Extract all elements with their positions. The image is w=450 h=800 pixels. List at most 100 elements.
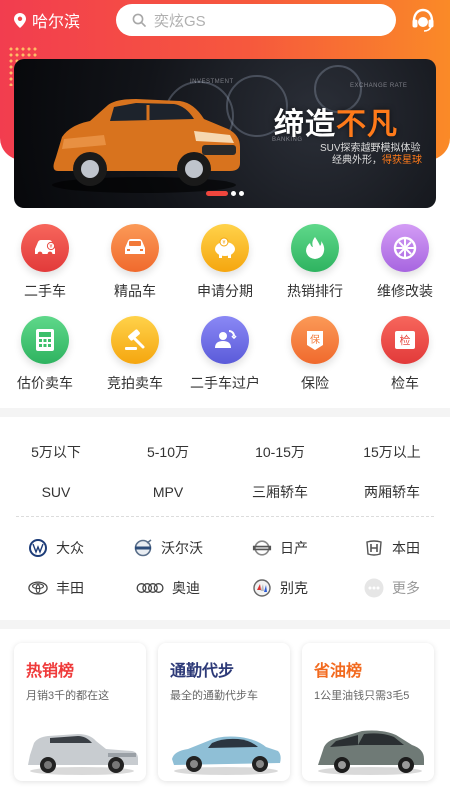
used-car-icon: ¥ — [21, 224, 69, 272]
more-icon — [364, 578, 384, 598]
menu-insurance[interactable]: 保 保险 — [270, 316, 360, 408]
flame-icon — [291, 224, 339, 272]
price-filter-option[interactable]: 5万以下 — [0, 442, 112, 462]
menu-label: 二手车 — [24, 283, 66, 299]
menu-label: 二手车过户 — [190, 375, 260, 391]
menu-inspection[interactable]: 检 检车 — [360, 316, 450, 408]
card-subtitle: 月销3千的都在这 — [26, 690, 110, 702]
svg-text:保: 保 — [310, 333, 320, 346]
brand-nissan[interactable]: 日产 — [224, 538, 336, 558]
banner-pagination — [206, 191, 247, 196]
brand-toyota[interactable]: 丰田 — [0, 578, 112, 598]
type-filter-option[interactable]: 三厢轿车 — [224, 482, 336, 502]
menu-used-car[interactable]: ¥ 二手车 — [0, 224, 90, 316]
brand-buick[interactable]: 别克 — [224, 578, 336, 598]
sedan-car-image — [172, 736, 281, 775]
pickup-truck-image — [28, 734, 138, 775]
type-filter-option[interactable]: MPV — [112, 484, 224, 500]
brand-row: 大众 沃尔沃 日产 本田 — [0, 528, 450, 568]
card-title: 省油榜 — [314, 663, 363, 680]
menu-label: 估价卖车 — [17, 375, 73, 391]
type-filter-option[interactable]: 两厢轿车 — [336, 482, 448, 502]
volkswagen-logo-icon — [28, 538, 48, 558]
menu-installment[interactable]: ¥ 申请分期 — [180, 224, 270, 316]
brand-label: 本田 — [392, 540, 420, 556]
app-screen: 哈尔滨 奕炫GS INVESTMENT EXCHANGE RATE BANKIN… — [0, 0, 450, 800]
menu-valuation[interactable]: 估价卖车 — [0, 316, 90, 408]
svg-text:检: 检 — [400, 333, 411, 347]
honda-logo-icon — [364, 538, 384, 558]
menu-label: 维修改装 — [377, 283, 433, 299]
brand-audi[interactable]: 奥迪 — [112, 578, 224, 598]
brand-honda[interactable]: 本田 — [336, 538, 448, 558]
type-filter-option[interactable]: SUV — [0, 484, 112, 500]
calculator-icon — [21, 316, 69, 364]
banner-tag: EXCHANGE RATE — [350, 83, 408, 89]
buick-logo-icon — [252, 578, 272, 598]
brand-volvo[interactable]: 沃尔沃 — [112, 538, 224, 558]
menu-premium-car[interactable]: 精品车 — [90, 224, 180, 316]
menu-auction[interactable]: 竞拍卖车 — [90, 316, 180, 408]
brand-label: 奥迪 — [172, 580, 200, 596]
menu-repair-modify[interactable]: 维修改装 — [360, 224, 450, 316]
compact-suv-image — [318, 730, 424, 775]
price-filter-row: 5万以下 5-10万 10-15万 15万以上 — [0, 432, 450, 472]
banner-subline-2: 经典外形，得获星球 — [332, 151, 422, 166]
pager-dot[interactable] — [239, 191, 244, 196]
card-hot-sales[interactable]: 热销榜 月销3千的都在这 — [14, 643, 146, 781]
brand-row: 丰田 奥迪 别克 更多 — [0, 568, 450, 608]
promo-banner[interactable]: INVESTMENT EXCHANGE RATE BANKING 缔造不凡 SU… — [14, 59, 436, 208]
card-commute[interactable]: 通勤代步 最全的通勤代步车 — [158, 643, 290, 781]
brand-label: 丰田 — [56, 580, 84, 596]
card-title: 热销榜 — [26, 663, 75, 680]
price-filter-option[interactable]: 5-10万 — [112, 442, 224, 462]
search-input[interactable]: 奕炫GS — [116, 4, 396, 36]
section-divider — [0, 620, 450, 629]
menu-hot-ranking[interactable]: 热销排行 — [270, 224, 360, 316]
location-pin-icon — [14, 12, 26, 28]
brand-volkswagen[interactable]: 大众 — [0, 538, 112, 558]
banner-slogan: 缔造不凡 — [274, 99, 398, 143]
card-title: 通勤代步 — [170, 663, 235, 680]
search-icon — [132, 13, 146, 27]
menu-label: 保险 — [301, 375, 329, 391]
menu-label: 检车 — [391, 375, 419, 391]
price-filter-option[interactable]: 10-15万 — [224, 442, 336, 462]
slogan-main: 缔造 — [274, 108, 336, 141]
piggy-bank-icon: ¥ — [201, 224, 249, 272]
section-divider — [0, 408, 450, 417]
subline-prefix: 经典外形， — [332, 155, 382, 166]
slogan-accent: 不凡 — [336, 108, 398, 141]
pager-dot[interactable] — [231, 191, 236, 196]
suv-car-image — [52, 99, 240, 193]
toyota-logo-icon — [28, 578, 48, 598]
brand-label: 更多 — [392, 580, 420, 596]
dashed-divider — [16, 516, 434, 517]
volvo-logo-icon — [133, 538, 153, 558]
customer-service-button[interactable] — [410, 7, 436, 33]
type-filter-row: SUV MPV 三厢轿车 两厢轿车 — [0, 472, 450, 512]
menu-transfer[interactable]: 二手车过户 — [180, 316, 270, 408]
brand-section: 大众 沃尔沃 日产 本田 丰田 奥迪 别克 更多 — [0, 528, 450, 608]
recommend-cards: 热销榜 月销3千的都在这 通勤代步 最全的通勤代步车 省油榜 1公里油钱只需3毛… — [14, 643, 450, 781]
svg-text:¥: ¥ — [222, 240, 225, 246]
premium-car-icon — [111, 224, 159, 272]
brand-more-button[interactable]: 更多 — [336, 578, 448, 598]
brand-label: 大众 — [56, 540, 84, 556]
quick-menu-row: 估价卖车 竞拍卖车 二手车过户 保 保险 检 检车 — [0, 316, 450, 408]
pager-dot-active[interactable] — [206, 191, 228, 196]
nissan-logo-icon — [252, 538, 272, 558]
brand-label: 别克 — [280, 580, 308, 596]
search-placeholder: 奕炫GS — [154, 12, 206, 30]
menu-label: 竞拍卖车 — [107, 375, 163, 391]
location-selector[interactable]: 哈尔滨 — [14, 8, 80, 32]
insurance-icon: 保 — [291, 316, 339, 364]
brand-label: 日产 — [280, 540, 308, 556]
menu-label: 热销排行 — [287, 283, 343, 299]
menu-label: 申请分期 — [197, 283, 253, 299]
wheel-icon — [381, 224, 429, 272]
gavel-icon — [111, 316, 159, 364]
card-fuel-saving[interactable]: 省油榜 1公里油钱只需3毛5 — [302, 643, 434, 781]
price-filter-option[interactable]: 15万以上 — [336, 442, 448, 462]
filter-section: 5万以下 5-10万 10-15万 15万以上 SUV MPV 三厢轿车 两厢轿… — [0, 432, 450, 512]
